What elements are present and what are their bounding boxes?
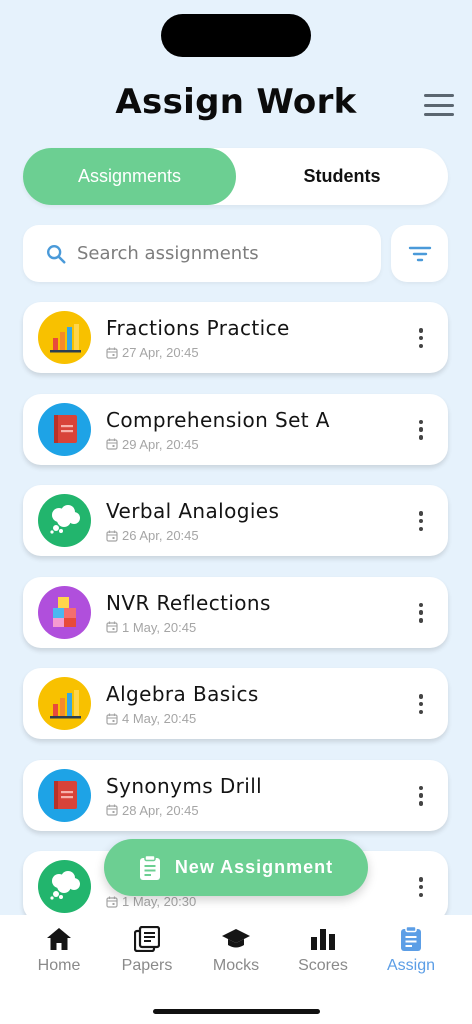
segmented-control: Assignments Students [23,148,448,205]
assignment-date-text: 27 Apr, 20:45 [122,345,199,360]
new-assignment-button[interactable]: New Assignment [104,839,368,896]
graduation-cap-icon [222,929,250,948]
clipboard-icon [401,926,421,951]
more-options-icon[interactable] [418,694,424,714]
tab-scores[interactable]: Scores [278,925,368,975]
scores-icon [311,929,335,950]
more-options-icon[interactable] [418,877,424,897]
filter-icon [408,246,431,261]
tab-label: Scores [298,957,348,974]
tab-mocks[interactable]: Mocks [191,925,281,975]
tab-label: Home [37,957,81,974]
calendar-icon [106,713,118,725]
assignment-date-text: 4 May, 20:45 [122,711,197,726]
assignment-date: 26 Apr, 20:45 [106,528,199,543]
assignment-date-text: 29 Apr, 20:45 [122,436,199,452]
calendar-icon [106,347,118,359]
bar-chart-icon [38,677,91,730]
calendar-icon [106,530,118,542]
bar-chart-icon [38,311,91,364]
tab-assign[interactable]: Assign [366,925,456,975]
assignment-card[interactable]: Fractions Practice 27 Apr, 20:45 [23,302,448,373]
book-icon [38,768,91,822]
hamburger-menu-icon[interactable] [424,94,454,116]
assignment-date-text: 1 May, 20:45 [122,619,197,635]
home-indicator [153,1009,320,1014]
search-box [23,225,381,282]
more-options-icon[interactable] [418,511,424,531]
assignment-date: 29 Apr, 20:45 [106,437,199,452]
search-input[interactable] [77,243,357,264]
papers-icon [134,926,160,952]
more-options-icon[interactable] [418,602,424,623]
assignment-date: 4 May, 20:45 [106,711,196,726]
calendar-icon [106,621,118,633]
search-icon [47,244,66,264]
assignment-title: Fractions Practice [106,316,290,340]
more-options-icon[interactable] [418,328,424,348]
assignment-title: Algebra Basics [106,682,259,706]
assignment-title: NVR Reflections [106,590,271,615]
home-icon [47,928,71,950]
assignment-date-text: 26 Apr, 20:45 [122,528,199,543]
dynamic-island [161,14,311,57]
assignment-card[interactable]: Comprehension Set A 29 Apr, 20:45 [23,393,448,465]
assignment-card[interactable]: Algebra Basics 4 May, 20:45 [23,668,448,739]
new-assignment-label: New Assignment [174,857,334,877]
tab-label: Mocks [212,957,260,974]
tab-students[interactable]: Students [236,148,448,205]
tab-papers[interactable]: Papers [102,925,192,975]
book-icon [38,402,91,456]
clipboard-icon [139,854,160,880]
page-title: Assign Work [115,82,357,122]
assignment-card[interactable]: NVR Reflections 1 May, 20:45 [23,576,448,648]
thought-bubble-icon [38,860,91,913]
assignment-date: 1 May, 20:45 [106,620,196,635]
assignment-date-text: 28 Apr, 20:45 [122,802,199,818]
calendar-icon [106,804,118,816]
assignment-date: 28 Apr, 20:45 [106,803,199,818]
more-options-icon[interactable] [418,419,424,440]
bottom-tab-bar: Home Papers Mocks Scores Assign [0,915,472,1024]
assignment-date: 27 Apr, 20:45 [106,345,199,360]
assignment-title: Comprehension Set A [106,407,330,432]
assignment-card[interactable]: Verbal Analogies 26 Apr, 20:45 [23,485,448,556]
thought-bubble-icon [38,494,91,547]
tab-label: Papers [121,957,173,974]
tab-home[interactable]: Home [14,925,104,975]
tab-assignments[interactable]: Assignments [23,148,236,205]
more-options-icon[interactable] [418,785,424,806]
assignment-title: Synonyms Drill [106,773,263,798]
blocks-icon [38,585,91,639]
assignment-date: 1 May, 20:30 [106,894,196,909]
tab-label: Assign [386,957,436,974]
calendar-icon [106,438,118,450]
assignment-title: Verbal Analogies [106,499,280,523]
assignment-date-text: 1 May, 20:30 [122,894,197,909]
filter-button[interactable] [391,225,448,282]
assignment-card[interactable]: Synonyms Drill 28 Apr, 20:45 [23,759,448,831]
calendar-icon [106,896,118,908]
